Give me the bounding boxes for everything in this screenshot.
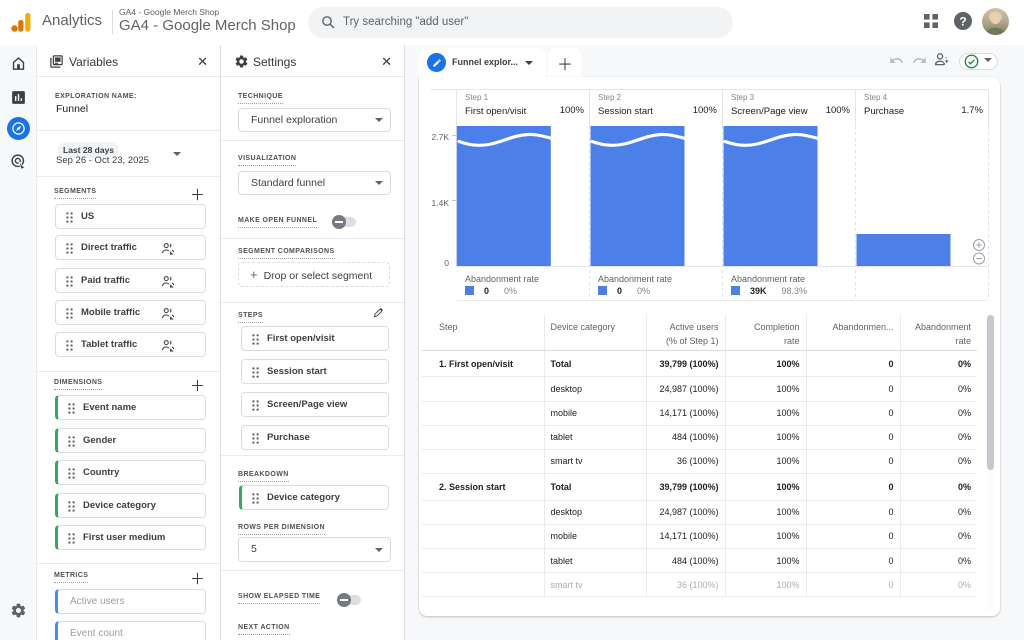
svg-text:?: ? (959, 15, 966, 29)
